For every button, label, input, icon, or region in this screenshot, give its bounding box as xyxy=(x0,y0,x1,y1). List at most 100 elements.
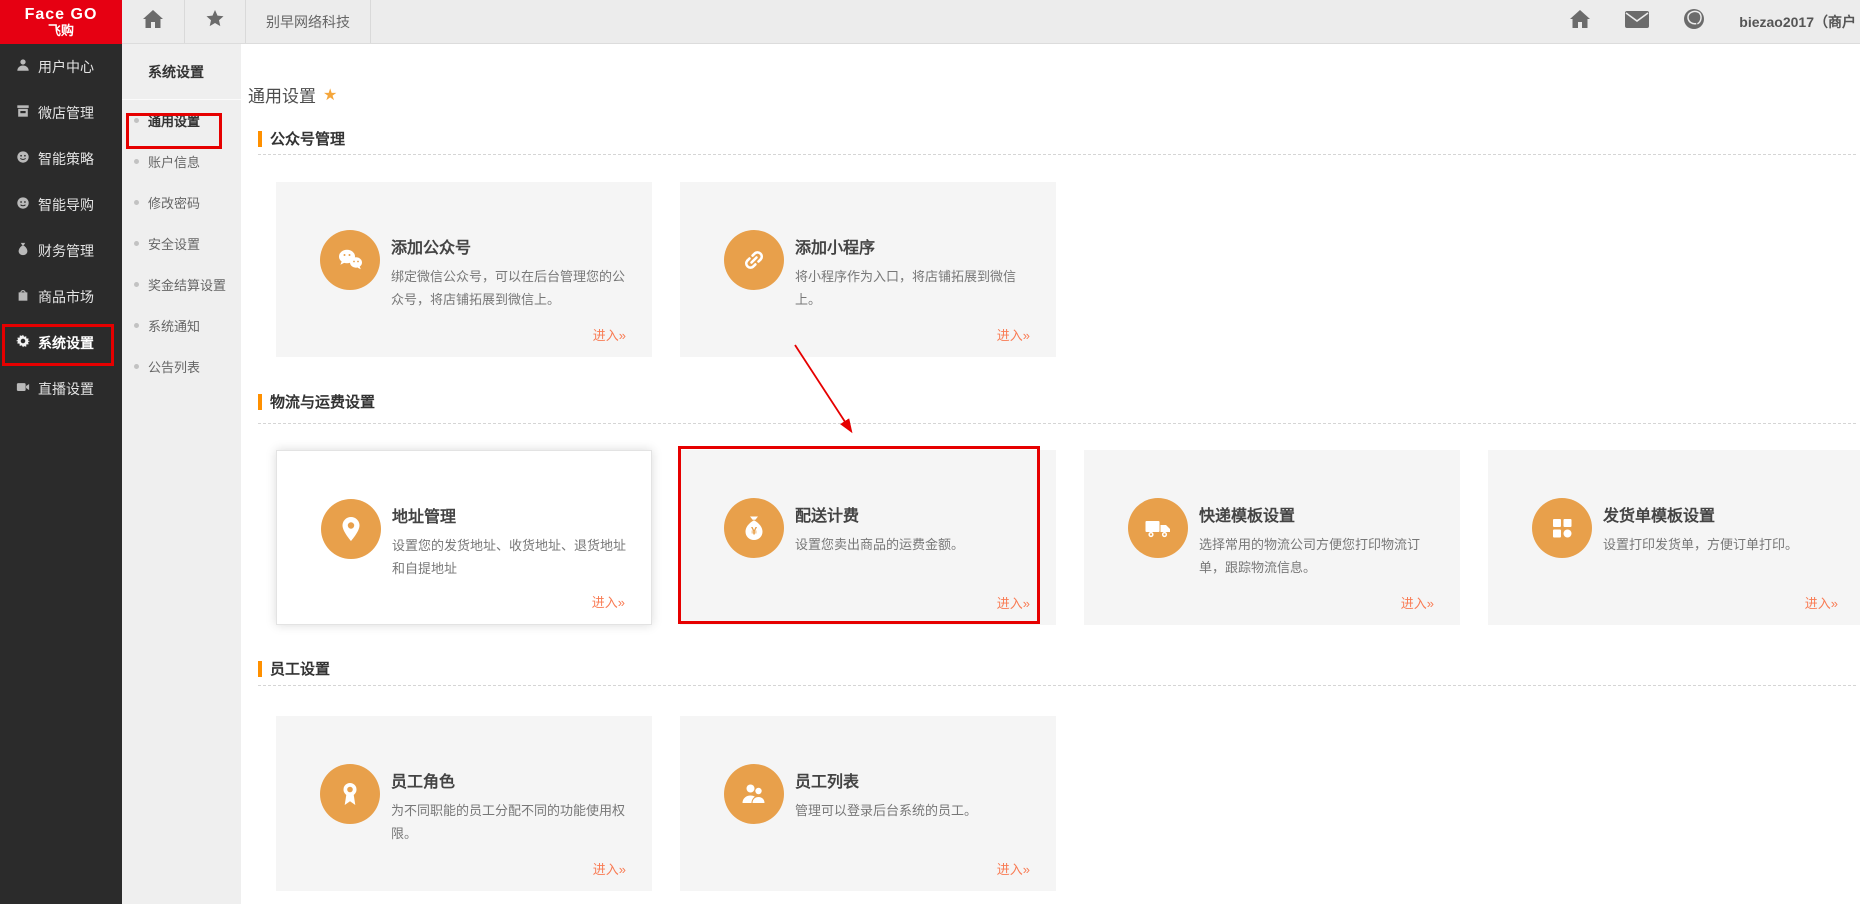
strategy-icon xyxy=(16,150,30,169)
section-header-official-accounts: 公众号管理 xyxy=(258,128,345,149)
card-desc: 将小程序作为入口，将店铺拓展到微信上。 xyxy=(795,269,1017,307)
page-title: 通用设置 ★ xyxy=(248,82,337,107)
shop-icon xyxy=(16,104,30,123)
sidebar-item-smart-guide[interactable]: 智能导购 xyxy=(0,182,122,228)
enter-link[interactable]: 进入» xyxy=(997,859,1030,878)
sidebar-item-label: 用户中心 xyxy=(38,59,94,75)
service-icon[interactable] xyxy=(1683,8,1705,35)
card-desc: 管理可以登录后台系统的员工。 xyxy=(795,803,978,818)
section-bar xyxy=(258,393,262,410)
bullet-icon xyxy=(134,159,139,164)
card-desc: 为不同职能的员工分配不同的功能使用权限。 xyxy=(391,803,626,841)
card-invoice-template[interactable]: 发货单模板设置 设置打印发货单，方便订单打印。 进入» xyxy=(1488,450,1860,625)
top-bar: 别早网络科技 biezao2017（商户 xyxy=(122,0,1860,44)
svg-text:¥: ¥ xyxy=(751,526,758,538)
primary-sidebar: 用户中心 微店管理 智能策略 智能导购 财务管理 商品市场 系统设置 直播设置 xyxy=(0,44,122,904)
card-desc: 选择常用的物流公司方便您打印物流订单，跟踪物流信息。 xyxy=(1199,537,1421,575)
brand-logo[interactable]: Face GO 飞购 xyxy=(0,0,122,44)
card-address-management[interactable]: 地址管理 设置您的发货地址、收货地址、退货地址和自提地址 进入» xyxy=(276,450,652,625)
enter-link[interactable]: 进入» xyxy=(1805,593,1838,612)
subsidebar-item-label: 通用设置 xyxy=(148,114,201,129)
section-title: 物流与运费设置 xyxy=(270,394,376,411)
card-add-miniprogram[interactable]: 添加小程序 将小程序作为入口，将店铺拓展到微信上。 进入» xyxy=(680,182,1056,357)
card-express-template[interactable]: 快递模板设置 选择常用的物流公司方便您打印物流订单，跟踪物流信息。 进入» xyxy=(1084,450,1460,625)
card-title: 员工列表 xyxy=(795,774,860,791)
market-icon xyxy=(16,288,30,307)
star-icon xyxy=(205,9,225,34)
card-staff-list[interactable]: 员工列表 管理可以登录后台系统的员工。 进入» xyxy=(680,716,1056,891)
main-content: 通用设置 ★ 公众号管理 添加公众号 绑定微信公众号，可以在后台管理您的公众号，… xyxy=(241,44,1860,904)
subsidebar-item-announcement-list[interactable]: 公告列表 xyxy=(122,346,241,387)
section-bar xyxy=(258,130,262,147)
username-menu[interactable]: biezao2017（商户 xyxy=(1739,12,1856,32)
card-add-official-account[interactable]: 添加公众号 绑定微信公众号，可以在后台管理您的公众号，将店铺拓展到微信上。 进入… xyxy=(276,182,652,357)
card-title: 地址管理 xyxy=(392,509,457,526)
company-tab[interactable]: 别早网络科技 xyxy=(246,0,371,43)
sidebar-item-smart-strategy[interactable]: 智能策略 xyxy=(0,136,122,182)
mail-icon[interactable] xyxy=(1625,10,1650,33)
card-delivery-billing[interactable]: ¥ 配送计费 设置您卖出商品的运费金额。 进入» xyxy=(680,450,1056,625)
subsidebar-item-label: 公告列表 xyxy=(148,360,201,375)
home-icon[interactable] xyxy=(1569,9,1591,34)
section-title: 员工设置 xyxy=(270,661,331,678)
sidebar-item-user-center[interactable]: 用户中心 xyxy=(0,44,122,90)
subsidebar-item-system-notice[interactable]: 系统通知 xyxy=(122,305,241,346)
enter-link[interactable]: 进入» xyxy=(997,325,1030,344)
section-divider xyxy=(258,685,1856,686)
card-staff-roles[interactable]: 员工角色 为不同职能的员工分配不同的功能使用权限。 进入» xyxy=(276,716,652,891)
sidebar-item-micro-shop[interactable]: 微店管理 xyxy=(0,90,122,136)
subsidebar-item-bonus-settlement[interactable]: 奖金结算设置 xyxy=(122,264,241,305)
sidebar-item-label: 智能策略 xyxy=(38,151,94,167)
home-button[interactable] xyxy=(122,0,185,43)
bullet-icon xyxy=(134,200,139,205)
subsidebar-item-label: 安全设置 xyxy=(148,237,201,252)
brand-name: Face GO xyxy=(24,6,98,24)
enter-link[interactable]: 进入» xyxy=(593,325,626,344)
subsidebar-item-change-password[interactable]: 修改密码 xyxy=(122,182,241,223)
user-icon xyxy=(16,58,30,77)
card-title: 添加公众号 xyxy=(391,240,472,257)
brand-subname: 飞购 xyxy=(47,22,74,38)
card-title: 快递模板设置 xyxy=(1199,508,1296,525)
subsidebar-item-label: 系统通知 xyxy=(148,319,201,334)
guide-icon xyxy=(16,196,30,215)
sidebar-item-label: 微店管理 xyxy=(38,105,94,121)
bullet-icon xyxy=(134,241,139,246)
card-title: 添加小程序 xyxy=(795,240,876,257)
star-icon[interactable]: ★ xyxy=(323,85,337,105)
sidebar-item-finance[interactable]: 财务管理 xyxy=(0,228,122,274)
enter-link[interactable]: 进入» xyxy=(997,593,1030,612)
favorite-button[interactable] xyxy=(185,0,246,43)
sidebar-item-label: 直播设置 xyxy=(38,381,94,397)
link-icon xyxy=(724,230,784,290)
subsidebar-item-account-info[interactable]: 账户信息 xyxy=(122,141,241,182)
sidebar-item-label: 商品市场 xyxy=(38,289,94,305)
sidebar-item-live-settings[interactable]: 直播设置 xyxy=(0,366,122,412)
subsidebar-item-label: 账户信息 xyxy=(148,155,201,170)
live-icon xyxy=(16,380,30,399)
card-title: 配送计费 xyxy=(795,508,860,525)
subsidebar-item-security-settings[interactable]: 安全设置 xyxy=(122,223,241,264)
sidebar-item-system-settings[interactable]: 系统设置 xyxy=(0,320,122,366)
section-header-staff: 员工设置 xyxy=(258,658,330,679)
subsidebar-item-general-settings[interactable]: 通用设置 xyxy=(122,100,241,141)
enter-link[interactable]: 进入» xyxy=(1401,593,1434,612)
people-icon xyxy=(724,764,784,824)
card-desc: 设置打印发货单，方便订单打印。 xyxy=(1603,537,1799,552)
section-bar xyxy=(258,660,262,677)
truck-icon xyxy=(1128,498,1188,558)
bullet-icon xyxy=(134,118,139,123)
card-title: 员工角色 xyxy=(391,774,456,791)
sidebar-item-label: 财务管理 xyxy=(38,243,94,259)
finance-icon xyxy=(16,242,30,261)
section-title: 公众号管理 xyxy=(270,131,346,148)
enter-link[interactable]: 进入» xyxy=(593,859,626,878)
map-pin-icon xyxy=(321,499,381,559)
sidebar-item-goods-market[interactable]: 商品市场 xyxy=(0,274,122,320)
secondary-sidebar: 系统设置 通用设置 账户信息 修改密码 安全设置 奖金结算设置 系统通知 公告列… xyxy=(122,44,241,904)
subsidebar-item-label: 修改密码 xyxy=(148,196,201,211)
moneybag-icon: ¥ xyxy=(724,498,784,558)
enter-link[interactable]: 进入» xyxy=(592,592,625,611)
home-icon xyxy=(142,9,164,34)
bullet-icon xyxy=(134,282,139,287)
